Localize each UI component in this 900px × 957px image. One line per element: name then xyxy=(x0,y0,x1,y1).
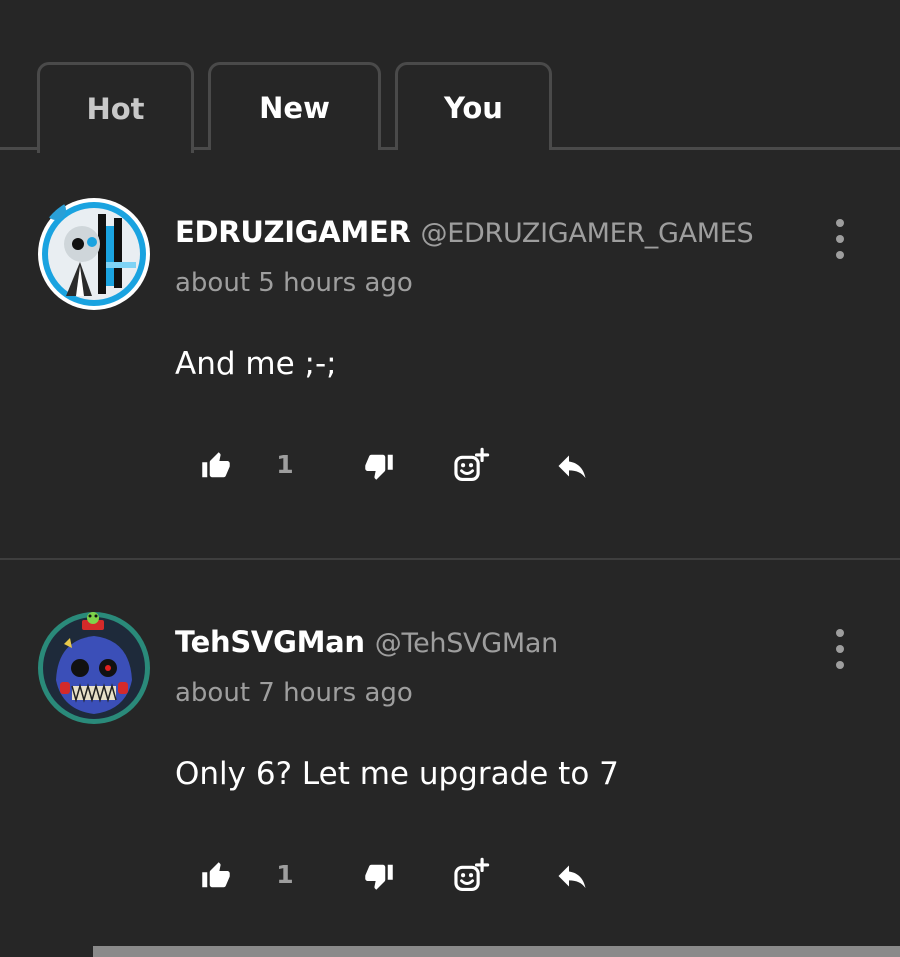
author-handle[interactable]: @TehSVGMan xyxy=(375,628,558,659)
more-vertical-icon[interactable] xyxy=(826,219,854,259)
like-count: 1 xyxy=(276,450,294,479)
add-reaction-button[interactable] xyxy=(448,846,494,906)
comment-actions: 1 xyxy=(0,846,900,906)
add-reaction-icon xyxy=(454,857,490,892)
like-button[interactable] xyxy=(195,436,237,496)
reply-icon xyxy=(558,865,586,888)
thumbs-down-icon xyxy=(365,454,393,480)
reply-button[interactable] xyxy=(550,436,594,496)
like-count: 1 xyxy=(276,860,294,889)
comment-text: And me ;-; xyxy=(175,346,337,382)
comments-page: Hot New You EDRUZIGAMER @EDRUZIGAMER_GAM… xyxy=(0,0,900,957)
avatar-image xyxy=(38,198,150,310)
thumbs-up-icon xyxy=(202,452,230,478)
avatar-image xyxy=(38,612,150,724)
sort-tabs: Hot New You xyxy=(0,0,900,153)
comment-timestamp: about 7 hours ago xyxy=(175,678,413,708)
author-handle[interactable]: @EDRUZIGAMER_GAMES xyxy=(421,218,754,249)
avatar[interactable] xyxy=(36,610,152,726)
comment-item: TehSVGMan @TehSVGMan about 7 hours ago O… xyxy=(0,560,900,957)
more-vertical-icon[interactable] xyxy=(826,629,854,669)
tab-new[interactable]: New xyxy=(208,62,381,150)
comment-timestamp: about 5 hours ago xyxy=(175,268,413,298)
add-reaction-button[interactable] xyxy=(448,436,494,496)
author-display-name[interactable]: EDRUZIGAMER xyxy=(175,215,411,249)
dislike-button[interactable] xyxy=(358,846,400,906)
reply-icon xyxy=(558,455,586,478)
thumbs-down-icon xyxy=(365,864,393,890)
like-button[interactable] xyxy=(195,846,237,906)
tab-hot[interactable]: Hot xyxy=(37,62,194,153)
comment-actions: 1 xyxy=(0,436,900,496)
dislike-button[interactable] xyxy=(358,436,400,496)
author-display-name[interactable]: TehSVGMan xyxy=(175,625,365,659)
add-reaction-icon xyxy=(454,447,490,482)
reply-button[interactable] xyxy=(550,846,594,906)
avatar[interactable] xyxy=(36,196,152,312)
comment-text: Only 6? Let me upgrade to 7 xyxy=(175,756,619,792)
tab-you[interactable]: You xyxy=(395,62,552,150)
thumbs-up-icon xyxy=(202,862,230,888)
author-row: TehSVGMan @TehSVGMan xyxy=(175,625,558,659)
author-row: EDRUZIGAMER @EDRUZIGAMER_GAMES xyxy=(175,215,754,249)
comment-item: EDRUZIGAMER @EDRUZIGAMER_GAMES about 5 h… xyxy=(0,150,900,558)
horizontal-scrollbar[interactable] xyxy=(93,946,900,957)
